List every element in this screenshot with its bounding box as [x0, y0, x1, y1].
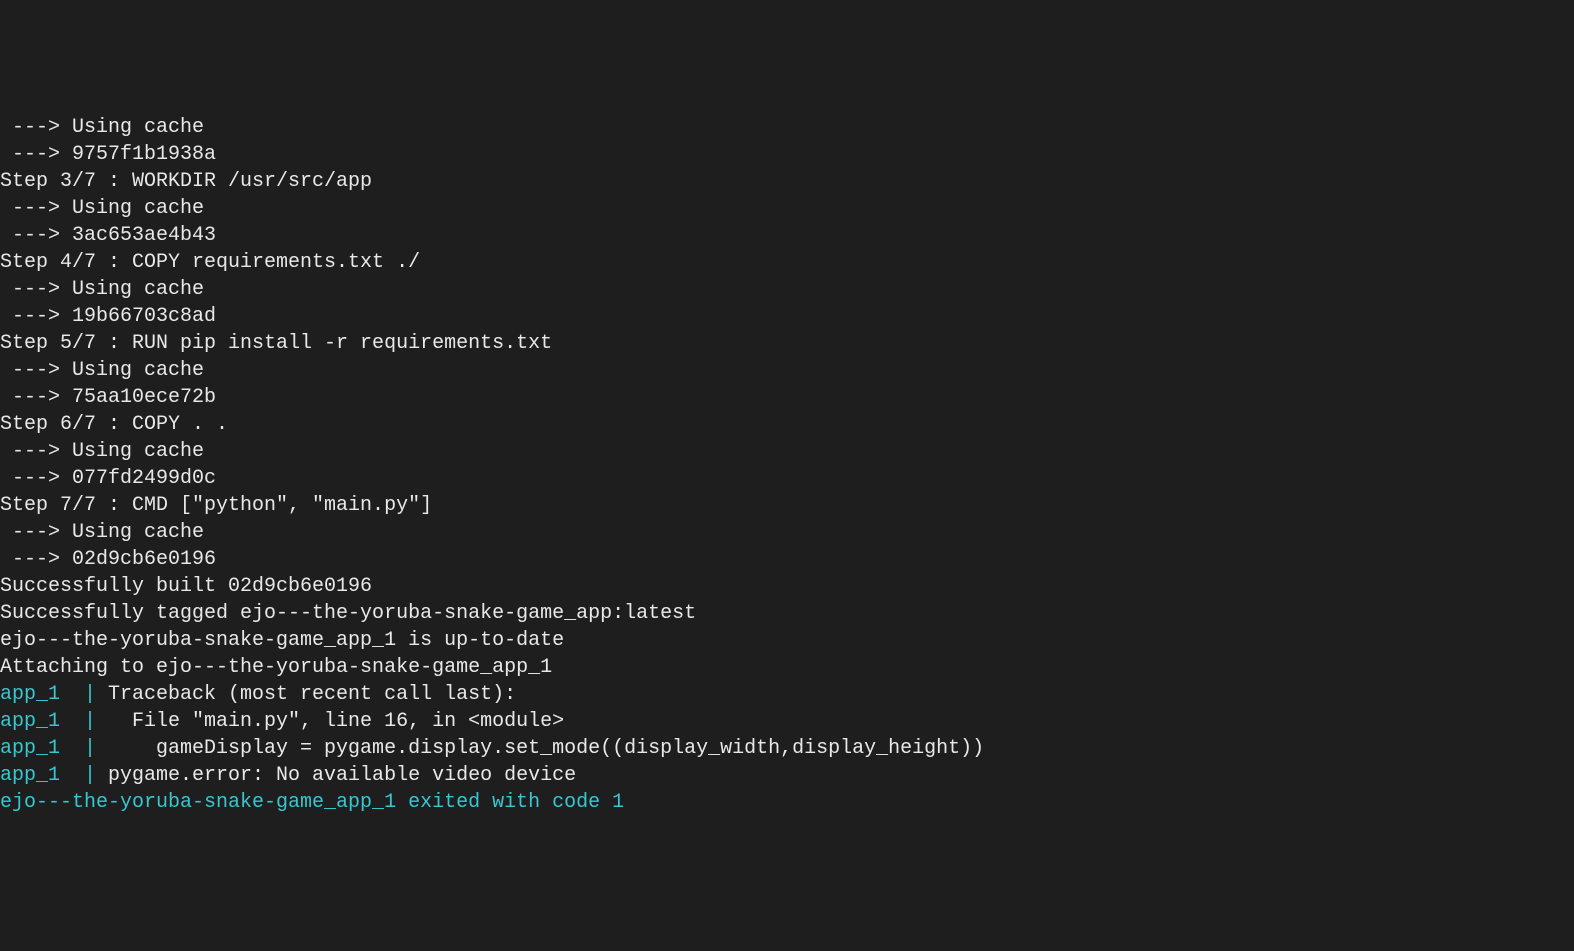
- terminal-text-segment: ---> Using cache: [0, 521, 204, 544]
- terminal-text-segment: Step 4/7 : COPY requirements.txt ./: [0, 251, 420, 274]
- terminal-text-segment: Step 5/7 : RUN pip install -r requiremen…: [0, 332, 552, 355]
- terminal-text-segment: ---> 077fd2499d0c: [0, 467, 216, 490]
- terminal-text-segment: Step 6/7 : COPY . .: [0, 413, 228, 436]
- terminal-line: app_1 | pygame.error: No available video…: [0, 762, 1574, 789]
- terminal-text-segment: app_1 |: [0, 737, 96, 760]
- terminal-line: ---> Using cache: [0, 357, 1574, 384]
- terminal-text-segment: app_1 |: [0, 710, 96, 733]
- terminal-text-segment: Step 7/7 : CMD ["python", "main.py"]: [0, 494, 432, 517]
- terminal-text-segment: ---> 9757f1b1938a: [0, 143, 216, 166]
- terminal-text-segment: gameDisplay = pygame.display.set_mode((d…: [96, 737, 984, 760]
- terminal-text-segment: Successfully tagged ejo---the-yoruba-sna…: [0, 602, 696, 625]
- terminal-line: ---> Using cache: [0, 114, 1574, 141]
- terminal-text-segment: ---> 02d9cb6e0196: [0, 548, 216, 571]
- terminal-text-segment: Step 3/7 : WORKDIR /usr/src/app: [0, 170, 372, 193]
- terminal-text-segment: ---> Using cache: [0, 278, 204, 301]
- terminal-text-segment: app_1 |: [0, 764, 96, 787]
- terminal-line: ---> Using cache: [0, 195, 1574, 222]
- terminal-text-segment: Traceback (most recent call last):: [96, 683, 516, 706]
- terminal-line: app_1 | Traceback (most recent call last…: [0, 681, 1574, 708]
- terminal-line: ---> 9757f1b1938a: [0, 141, 1574, 168]
- terminal-text-segment: app_1 |: [0, 683, 96, 706]
- terminal-line: Step 4/7 : COPY requirements.txt ./: [0, 249, 1574, 276]
- terminal-text-segment: Attaching to ejo---the-yoruba-snake-game…: [0, 656, 552, 679]
- terminal-text-segment: ---> Using cache: [0, 359, 204, 382]
- terminal-text-segment: ---> Using cache: [0, 116, 204, 139]
- terminal-line: Successfully tagged ejo---the-yoruba-sna…: [0, 600, 1574, 627]
- terminal-text-segment: ---> Using cache: [0, 197, 204, 220]
- terminal-text-segment: ---> Using cache: [0, 440, 204, 463]
- terminal-text-segment: ejo---the-yoruba-snake-game_app_1 is up-…: [0, 629, 564, 652]
- terminal-line: app_1 | gameDisplay = pygame.display.set…: [0, 735, 1574, 762]
- terminal-text-segment: File "main.py", line 16, in <module>: [96, 710, 564, 733]
- terminal-line: Attaching to ejo---the-yoruba-snake-game…: [0, 654, 1574, 681]
- terminal-text-segment: ejo---the-yoruba-snake-game_app_1 exited…: [0, 791, 624, 814]
- terminal-line: Step 6/7 : COPY . .: [0, 411, 1574, 438]
- terminal-line: Step 7/7 : CMD ["python", "main.py"]: [0, 492, 1574, 519]
- terminal-line: ---> Using cache: [0, 519, 1574, 546]
- terminal-line: ejo---the-yoruba-snake-game_app_1 exited…: [0, 789, 1574, 816]
- terminal-line: Step 5/7 : RUN pip install -r requiremen…: [0, 330, 1574, 357]
- terminal-text-segment: ---> 75aa10ece72b: [0, 386, 216, 409]
- terminal-line: Step 3/7 : WORKDIR /usr/src/app: [0, 168, 1574, 195]
- terminal-line: Successfully built 02d9cb6e0196: [0, 573, 1574, 600]
- terminal-line: ---> 077fd2499d0c: [0, 465, 1574, 492]
- terminal-line: ---> Using cache: [0, 438, 1574, 465]
- terminal-line: ---> Using cache: [0, 276, 1574, 303]
- terminal-line: ---> 02d9cb6e0196: [0, 546, 1574, 573]
- terminal-line: app_1 | File "main.py", line 16, in <mod…: [0, 708, 1574, 735]
- terminal-text-segment: pygame.error: No available video device: [96, 764, 576, 787]
- terminal-text-segment: ---> 3ac653ae4b43: [0, 224, 216, 247]
- terminal-line: ejo---the-yoruba-snake-game_app_1 is up-…: [0, 627, 1574, 654]
- terminal-output[interactable]: ---> Using cache ---> 9757f1b1938a Step 3…: [0, 114, 1574, 816]
- terminal-line: ---> 75aa10ece72b: [0, 384, 1574, 411]
- terminal-line: ---> 3ac653ae4b43: [0, 222, 1574, 249]
- terminal-line: ---> 19b66703c8ad: [0, 303, 1574, 330]
- terminal-text-segment: Successfully built 02d9cb6e0196: [0, 575, 372, 598]
- terminal-text-segment: ---> 19b66703c8ad: [0, 305, 216, 328]
